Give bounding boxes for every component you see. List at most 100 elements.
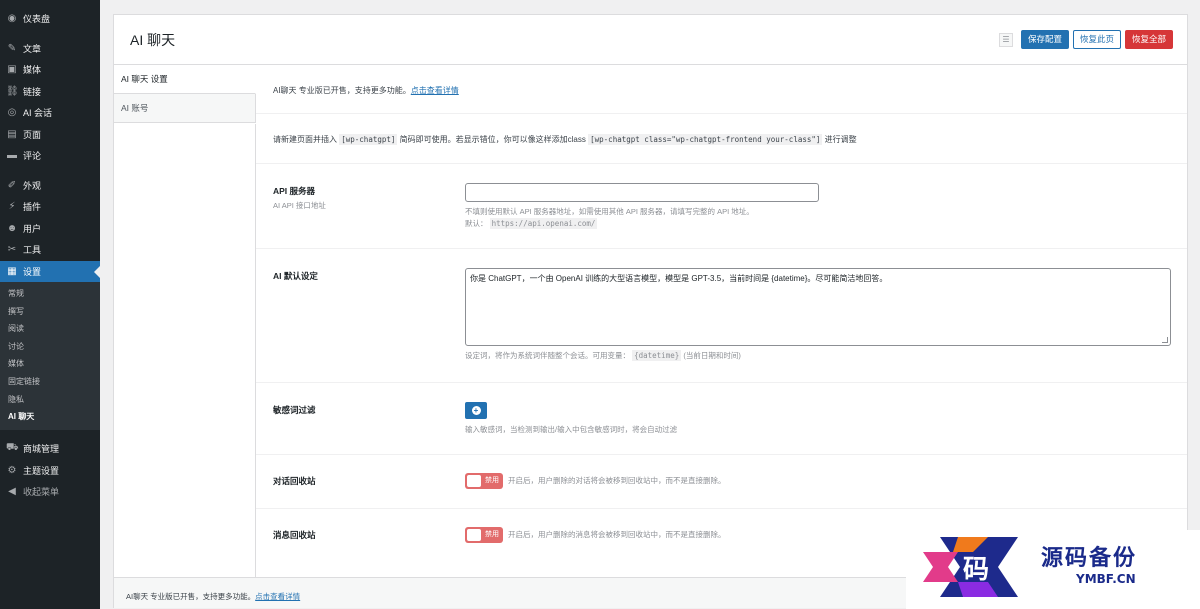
submenu-media[interactable]: 媒体 xyxy=(0,355,100,373)
settings-icon: ▦ xyxy=(7,265,17,277)
menu-theme-settings[interactable]: ⚙ 主题设置 xyxy=(0,459,100,481)
pro-notice: AI聊天 专业版已开售，支持更多功能。点击查看详情 xyxy=(256,65,1187,114)
chat-recycle-label: 对话回收站 xyxy=(273,476,316,486)
menu-label: 仪表盘 xyxy=(23,14,51,25)
menu-label: 页面 xyxy=(23,129,42,140)
reset-all-button[interactable]: 恢复全部 xyxy=(1124,30,1173,49)
api-server-row: API 服务器 AI API 接口地址 不填则使用默认 API 服务器地址，如需… xyxy=(256,164,1187,249)
chat-recycle-toggle[interactable]: 禁用 xyxy=(465,473,503,489)
submenu-permalinks[interactable]: 固定链接 xyxy=(0,373,100,391)
menu-label: 主题设置 xyxy=(23,465,60,476)
datetime-var: {datetime} xyxy=(632,350,682,361)
tab-ai-account[interactable]: AI 账号 xyxy=(114,94,256,123)
ai-default-label: AI 默认设定 xyxy=(273,271,318,281)
msg-recycle-control: 禁用 开启后，用户删除的消息将会被移到回收站中，而不是直接删除。 xyxy=(465,527,726,543)
menu-label: 插件 xyxy=(23,202,42,213)
menu-tools[interactable]: ✂ 工具 xyxy=(0,239,100,261)
menu-label: 工具 xyxy=(23,245,42,256)
menu-users[interactable]: ☻ 用户 xyxy=(0,218,100,240)
chat-recycle-control: 禁用 开启后，用户删除的对话将会被移到回收站中，而不是直接删除。 xyxy=(465,473,726,489)
notice-text: AI聊天 专业版已开售，支持更多功能。 xyxy=(273,86,411,95)
default-label: 默认： xyxy=(465,219,488,228)
save-button[interactable]: 保存配置 xyxy=(1020,30,1069,49)
shortcode-text: 进行调整 xyxy=(824,135,857,144)
menu-pages[interactable]: ▤ 页面 xyxy=(0,124,100,146)
pin-icon: ✎ xyxy=(7,42,17,54)
submenu-discussion[interactable]: 讨论 xyxy=(0,338,100,356)
panel-header: AI 聊天 ☰ 保存配置 恢复此页 恢复全部 xyxy=(114,15,1187,65)
list-icon[interactable]: ☰ xyxy=(998,32,1013,47)
menu-dashboard[interactable]: ◉ 仪表盘 xyxy=(0,8,100,30)
watermark-url: YMBF.CN xyxy=(1076,572,1136,586)
link-icon: ⛓ xyxy=(6,85,19,97)
settings-content: AI聊天 专业版已开售，支持更多功能。点击查看详情 请新建页面并插入 [wp-c… xyxy=(256,65,1187,563)
ai-default-desc: 设定词，将作为系统词伴随整个会话。可用变量： {datetime} (当前日期和… xyxy=(465,350,1171,362)
sensitive-control: + 输入敏感词，当检测到输出/输入中包含敏感词时，将会自动过滤 xyxy=(465,402,677,436)
menu-label: 用户 xyxy=(23,223,42,234)
tab-ai-chat-settings[interactable]: AI 聊天 设置 xyxy=(114,65,256,94)
menu-links[interactable]: ⛓ 链接 xyxy=(0,81,100,103)
reset-page-button[interactable]: 恢复此页 xyxy=(1072,30,1121,49)
resize-grip-icon[interactable] xyxy=(1162,337,1168,343)
page-title: AI 聊天 xyxy=(130,31,176,48)
ai-default-row: AI 默认设定 你是 ChatGPT，一个由 OpenAI 训练的大型语言模型，… xyxy=(256,249,1187,383)
menu-media[interactable]: ▣ 媒体 xyxy=(0,59,100,81)
menu-comments[interactable]: ▬ 评论 xyxy=(0,145,100,167)
watermark-title: 源码备份 xyxy=(1041,545,1138,571)
menu-label: AI 会话 xyxy=(23,108,53,119)
menu-posts[interactable]: ✎ 文章 xyxy=(0,38,100,60)
menu-settings[interactable]: ▦ 设置 xyxy=(0,260,100,282)
submenu-general[interactable]: 常规 xyxy=(0,285,100,303)
media-icon: ▣ xyxy=(7,64,17,76)
page-edge xyxy=(1188,14,1200,609)
menu-label: 链接 xyxy=(23,86,42,97)
api-server-sublabel: AI API 接口地址 xyxy=(273,201,326,210)
menu-label: 媒体 xyxy=(23,65,42,76)
menu-label: 商城管理 xyxy=(23,444,60,454)
ai-default-textarea[interactable]: 你是 ChatGPT，一个由 OpenAI 训练的大型语言模型，模型是 GPT-… xyxy=(465,268,1171,346)
menu-label: 文章 xyxy=(23,43,42,54)
submenu-ai-chat[interactable]: AI 聊天 xyxy=(0,408,100,426)
menu-appearance[interactable]: ✐ 外观 xyxy=(0,175,100,197)
submenu-writing[interactable]: 撰写 xyxy=(0,303,100,321)
footer-text: AI聊天 专业版已开售，支持更多功能。 xyxy=(126,592,256,601)
collapse-icon: ◀ xyxy=(8,486,16,497)
chat-recycle-desc: 开启后，用户删除的对话将会被移到回收站中，而不是直接删除。 xyxy=(508,476,726,485)
api-server-control: 不填则使用默认 API 服务器地址，如需使用其他 API 服务器，请填写完整的 … xyxy=(465,183,819,230)
submenu-reading[interactable]: 阅读 xyxy=(0,320,100,338)
toggle-label: 禁用 xyxy=(485,477,499,484)
plugin-icon: ⚡ xyxy=(8,201,16,213)
menu-plugins[interactable]: ⚡ 插件 xyxy=(0,196,100,218)
notice-link[interactable]: 点击查看详情 xyxy=(411,86,459,95)
shortcode-notice: 请新建页面并插入 [wp-chatgpt] 简码即可使用。若显示错位，你可以像这… xyxy=(256,114,1187,164)
settings-panel: AI 聊天 ☰ 保存配置 恢复此页 恢复全部 AI 聊天 设置 AI 账号 AI… xyxy=(113,14,1188,608)
toggle-knob xyxy=(467,529,481,541)
menu-shop[interactable]: ⛟ 商城管理 xyxy=(0,438,100,460)
sensitive-row: 敏感词过滤 + 输入敏感词，当检测到输出/输入中包含敏感词时，将会自动过滤 xyxy=(256,383,1187,455)
msg-recycle-desc: 开启后，用户删除的消息将会被移到回收站中，而不是直接删除。 xyxy=(508,530,726,539)
sensitive-label: 敏感词过滤 xyxy=(273,405,316,415)
watermark-logo-icon: 码 xyxy=(923,537,1018,597)
msg-recycle-toggle[interactable]: 禁用 xyxy=(465,527,503,543)
api-server-label: API 服务器 xyxy=(273,186,316,196)
settings-submenu: 常规 撰写 阅读 讨论 媒体 固定链接 隐私 AI 聊天 xyxy=(0,282,100,430)
sensitive-desc: 输入敏感词，当检测到输出/输入中包含敏感词时，将会自动过滤 xyxy=(465,425,678,434)
page-icon: ▤ xyxy=(7,128,17,140)
shortcode-code: [wp-chatgpt] xyxy=(339,134,398,145)
api-server-input[interactable] xyxy=(465,183,819,202)
ai-default-value: 你是 ChatGPT，一个由 OpenAI 训练的大型语言模型，模型是 GPT-… xyxy=(470,274,888,283)
submenu-privacy[interactable]: 隐私 xyxy=(0,391,100,409)
add-word-button[interactable]: + xyxy=(465,402,487,419)
header-actions: ☰ 保存配置 恢复此页 恢复全部 xyxy=(998,30,1173,49)
msg-recycle-label: 消息回收站 xyxy=(273,530,316,540)
footer-link[interactable]: 点击查看详情 xyxy=(255,592,300,601)
dashboard-icon: ◉ xyxy=(7,13,17,25)
tab-list: AI 聊天 设置 AI 账号 xyxy=(114,65,256,123)
svg-text:码: 码 xyxy=(963,555,989,585)
menu-label: 外观 xyxy=(23,180,42,191)
menu-ai-chat[interactable]: ◎ AI 会话 xyxy=(0,102,100,124)
user-icon: ☻ xyxy=(6,222,18,234)
gear-icon: ⚙ xyxy=(7,464,17,476)
menu-collapse[interactable]: ◀ 收起菜单 xyxy=(0,481,100,503)
menu-label: 设置 xyxy=(23,266,42,277)
